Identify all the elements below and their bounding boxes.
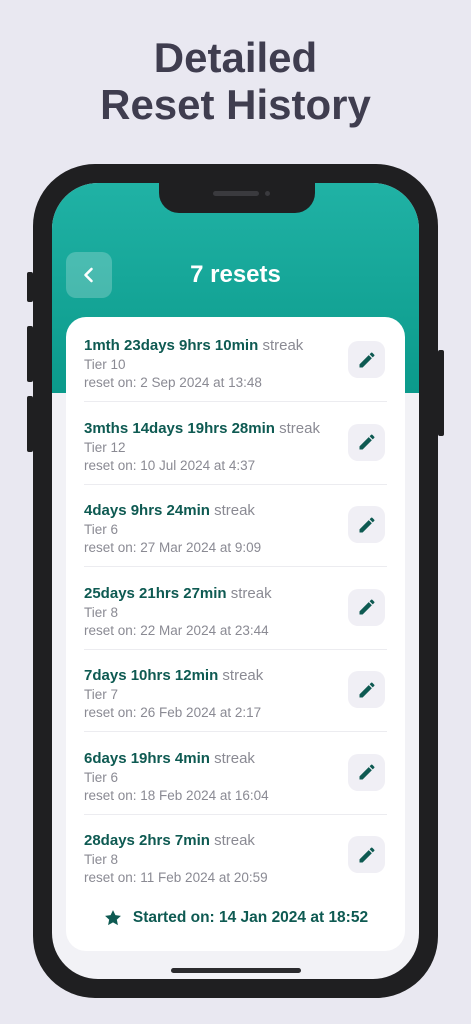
reset-history-card: 1mth 23days 9hrs 10min streak Tier 10 re… <box>66 317 405 951</box>
streak-duration: 4days 9hrs 24min streak <box>84 502 255 519</box>
tier-label: Tier 6 <box>84 522 119 537</box>
tier-label: Tier 7 <box>84 687 119 702</box>
tier-label: Tier 8 <box>84 604 119 620</box>
reset-date: reset on: 2 Sep 2024 at 13:48 <box>84 375 262 390</box>
streak-value: 4days 9hrs 24min <box>84 502 210 519</box>
tier-label: Tier 10 <box>84 357 126 372</box>
streak-duration: 1mth 23days 9hrs 10min streak <box>84 337 303 354</box>
edit-button[interactable] <box>348 341 385 378</box>
tier-label: Tier 12 <box>84 439 126 455</box>
volume-up-button <box>27 326 33 382</box>
power-button <box>438 350 444 436</box>
reset-date: reset on: 26 Feb 2024 at 2:17 <box>84 705 262 720</box>
streak-suffix: streak <box>214 832 255 849</box>
edit-button[interactable] <box>348 506 385 543</box>
reset-date: reset on: 22 Mar 2024 at 23:44 <box>84 622 269 638</box>
streak-duration: 25days 21hrs 27min streak <box>84 585 272 602</box>
reset-entry: 6days 19hrs 4min streak Tier 6 reset on:… <box>84 732 387 815</box>
pencil-icon <box>359 516 375 532</box>
streak-value: 7days 10hrs 12min <box>84 667 219 684</box>
mute-switch <box>27 272 33 302</box>
volume-down-button <box>27 396 33 452</box>
streak-duration: 7days 10hrs 12min streak <box>84 667 263 684</box>
reset-date: reset on: 10 Jul 2024 at 4:37 <box>84 457 256 473</box>
streak-duration: 28days 2hrs 7min streak <box>84 832 255 849</box>
pencil-icon <box>359 434 375 450</box>
tier-label: Tier 6 <box>84 769 119 785</box>
reset-entry: 1mth 23days 9hrs 10min streak Tier 10 re… <box>84 319 387 402</box>
home-indicator[interactable] <box>171 968 301 973</box>
edit-button[interactable] <box>348 588 385 626</box>
reset-entry: 7days 10hrs 12min streak Tier 7 reset on… <box>84 649 387 732</box>
reset-entry: 28days 2hrs 7min streak Tier 8 reset on:… <box>84 814 387 896</box>
pencil-icon <box>359 846 375 862</box>
phone-screen: 7 resets 1mth 23days 9hrs 10min streak T… <box>52 183 419 979</box>
edit-button[interactable] <box>348 753 385 791</box>
page-title: 7 resets <box>190 261 281 288</box>
pencil-icon <box>359 764 375 780</box>
headline-line-2: Reset History <box>100 81 371 128</box>
streak-suffix: streak <box>262 337 304 354</box>
streak-suffix: streak <box>222 667 264 684</box>
edit-button[interactable] <box>348 423 385 461</box>
reset-date: reset on: 27 Mar 2024 at 9:09 <box>84 540 262 555</box>
streak-value: 25days 21hrs 27min <box>84 584 227 602</box>
speaker-grille <box>213 191 259 196</box>
streak-value: 28days 2hrs 7min <box>84 832 210 849</box>
streak-suffix: streak <box>214 749 255 767</box>
started-on-text: Started on: 14 Jan 2024 at 18:52 <box>132 909 369 926</box>
phone-frame: 7 resets 1mth 23days 9hrs 10min streak T… <box>27 164 444 998</box>
reset-entry: 25days 21hrs 27min streak Tier 8 reset o… <box>84 567 387 650</box>
streak-suffix: streak <box>214 502 255 519</box>
streak-value: 1mth 23days 9hrs 10min <box>84 337 259 354</box>
reset-entry: 4days 9hrs 24min streak Tier 6 reset on:… <box>84 484 387 567</box>
star-icon <box>104 910 121 926</box>
pencil-icon <box>359 351 375 367</box>
edit-button[interactable] <box>348 671 385 708</box>
reset-date: reset on: 11 Feb 2024 at 20:59 <box>84 870 268 885</box>
streak-duration: 6days 19hrs 4min streak <box>84 750 255 767</box>
reset-entry: 3mths 14days 19hrs 28min streak Tier 12 … <box>84 402 387 485</box>
streak-value: 6days 19hrs 4min <box>84 749 210 767</box>
promo-headline: Detailed Reset History <box>0 34 471 128</box>
notch <box>159 183 315 213</box>
streak-value: 3mths 14days 19hrs 28min <box>84 419 275 437</box>
streak-suffix: streak <box>279 419 320 437</box>
reset-date: reset on: 18 Feb 2024 at 16:04 <box>84 787 269 803</box>
streak-duration: 3mths 14days 19hrs 28min streak <box>84 420 320 437</box>
started-on-footer: Started on: 14 Jan 2024 at 18:52 <box>66 908 405 928</box>
streak-suffix: streak <box>230 584 272 602</box>
front-camera <box>265 191 270 196</box>
edit-button[interactable] <box>348 836 385 873</box>
pencil-icon <box>359 681 375 697</box>
pencil-icon <box>359 599 375 615</box>
headline-line-1: Detailed <box>153 34 318 81</box>
tier-label: Tier 8 <box>84 852 119 867</box>
